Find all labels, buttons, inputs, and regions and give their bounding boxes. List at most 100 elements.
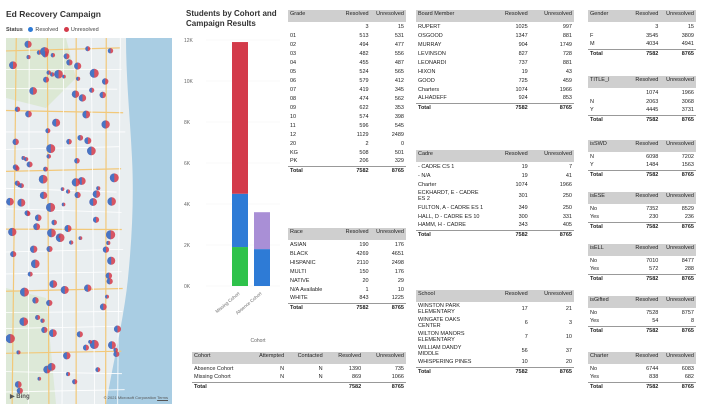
total-row[interactable]: Total 7582 8765 — [588, 169, 696, 179]
column-header[interactable]: Resolved — [624, 244, 661, 256]
school-marker[interactable] — [99, 303, 107, 311]
column-header[interactable]: Grade — [288, 10, 333, 22]
school-marker[interactable] — [50, 53, 56, 58]
school-marker[interactable] — [17, 198, 26, 207]
school-marker[interactable] — [69, 240, 74, 245]
school-marker[interactable] — [56, 234, 61, 239]
column-header[interactable]: Unresolved — [660, 140, 696, 152]
school-marker[interactable] — [84, 284, 92, 292]
table-row[interactable]: WINSTON PARK ELEMENTARY 17 21 — [416, 302, 574, 316]
total-row[interactable]: Total 7582 8765 — [588, 48, 696, 58]
school-marker[interactable] — [40, 318, 45, 323]
table-row[interactable]: 1074 1966 — [588, 88, 696, 97]
school-marker[interactable] — [96, 186, 101, 191]
terms-link[interactable]: Terms — [157, 395, 168, 400]
column-header[interactable]: TITLE_I — [588, 76, 625, 88]
table-row[interactable]: 04 455 487 — [288, 58, 406, 67]
school-marker[interactable] — [102, 78, 109, 85]
school-marker[interactable] — [84, 137, 92, 145]
table-row[interactable]: GOOD 725 459 — [416, 76, 574, 85]
column-header[interactable]: Unresolved — [660, 352, 696, 364]
column-header[interactable]: isSWD — [588, 140, 625, 152]
school-marker[interactable] — [46, 299, 53, 307]
column-header[interactable]: isESE — [588, 192, 625, 204]
school-marker[interactable] — [27, 271, 33, 277]
table-row[interactable]: 3 15 — [288, 22, 406, 31]
table-row[interactable]: 07 419 345 — [288, 85, 406, 94]
column-header[interactable]: Unresolved — [370, 10, 406, 22]
school-marker[interactable] — [102, 246, 110, 253]
bar-segment[interactable] — [232, 247, 248, 286]
school-marker[interactable] — [78, 236, 83, 240]
school-marker[interactable] — [64, 225, 72, 233]
school-marker[interactable] — [10, 251, 17, 258]
school-marker[interactable] — [71, 90, 80, 98]
school-marker[interactable] — [105, 272, 113, 279]
table-row[interactable]: HAMM, H - CADRE 343 405 — [416, 221, 574, 230]
school-marker[interactable] — [88, 339, 93, 344]
school-marker[interactable] — [26, 55, 31, 60]
school-marker[interactable] — [12, 138, 19, 146]
school-marker[interactable] — [46, 154, 52, 159]
school-marker[interactable] — [107, 48, 114, 54]
school-marker[interactable] — [19, 317, 29, 326]
table-row[interactable]: F 3545 3809 — [588, 31, 696, 40]
table-row[interactable]: Missing Cohort N N 869 1066 — [192, 373, 406, 382]
table-row[interactable]: WINGATE OAKS CENTER 6 3 — [416, 316, 574, 330]
table-row[interactable]: Yes 230 236 — [588, 213, 696, 222]
column-header[interactable]: Cadre — [416, 150, 486, 162]
table-row[interactable]: No 7010 8477 — [588, 256, 696, 265]
school-marker[interactable] — [101, 120, 110, 129]
table-row[interactable]: WILTON MANORS ELEMENTARY 7 10 — [416, 330, 574, 344]
school-marker[interactable] — [47, 362, 56, 371]
school-marker[interactable] — [37, 376, 42, 381]
table-row[interactable]: NATIVE 20 29 — [288, 276, 406, 285]
school-marker[interactable] — [51, 219, 57, 226]
column-header[interactable]: School — [416, 290, 486, 302]
table-row[interactable]: N 6098 7202 — [588, 152, 696, 161]
school-marker[interactable] — [66, 59, 73, 66]
column-header[interactable]: Resolved — [485, 290, 530, 302]
school-marker[interactable] — [60, 285, 69, 294]
school-marker[interactable] — [85, 46, 91, 52]
school-marker[interactable] — [30, 245, 38, 253]
table-row[interactable]: WILLIAM DANDY MIDDLE 56 37 — [416, 344, 574, 358]
total-row[interactable]: Total 7582 8765 — [288, 302, 406, 312]
school-marker[interactable] — [74, 62, 82, 70]
total-row[interactable]: Total 7582 8765 — [588, 325, 696, 335]
school-marker[interactable] — [95, 367, 101, 373]
column-header[interactable]: Resolved — [485, 10, 530, 22]
table-row[interactable]: PK 206 329 — [288, 157, 406, 166]
table-row[interactable]: Y 4445 3731 — [588, 106, 696, 115]
school-marker[interactable] — [46, 144, 56, 154]
column-header[interactable]: Resolved — [624, 192, 661, 204]
school-marker[interactable] — [24, 40, 32, 48]
column-header[interactable]: Gender — [588, 10, 625, 22]
table-row[interactable]: OSGOOD 1347 881 — [416, 31, 574, 40]
school-marker[interactable] — [26, 161, 33, 168]
column-header[interactable]: Resolved — [332, 228, 371, 240]
total-row[interactable]: Total 7582 8765 — [288, 165, 406, 175]
total-row[interactable]: Total 7582 8765 — [416, 366, 574, 376]
school-marker[interactable] — [76, 331, 83, 338]
column-header[interactable]: isELL — [588, 244, 625, 256]
column-header[interactable]: Resolved — [624, 76, 661, 88]
column-header[interactable]: isGifted — [588, 296, 625, 308]
table-row[interactable]: WHITE 843 1225 — [288, 294, 406, 303]
table-row[interactable]: HALL, D - CADRE ES 10 300 331 — [416, 212, 574, 221]
column-header[interactable]: Unresolved — [660, 244, 696, 256]
school-marker[interactable] — [47, 228, 56, 238]
school-marker[interactable] — [43, 166, 49, 172]
school-marker[interactable] — [6, 197, 14, 206]
school-marker[interactable] — [108, 341, 116, 350]
school-marker[interactable] — [109, 173, 119, 183]
table-row[interactable]: 01 513 531 — [288, 31, 406, 40]
school-marker[interactable] — [29, 87, 37, 95]
school-marker[interactable] — [24, 157, 29, 162]
table-row[interactable]: HIXON 19 43 — [416, 67, 574, 76]
column-header[interactable]: Unresolved — [529, 10, 574, 22]
school-marker[interactable] — [32, 297, 39, 304]
column-header[interactable]: Contacted — [286, 352, 325, 364]
school-marker[interactable] — [14, 106, 21, 112]
school-marker[interactable] — [63, 53, 70, 60]
